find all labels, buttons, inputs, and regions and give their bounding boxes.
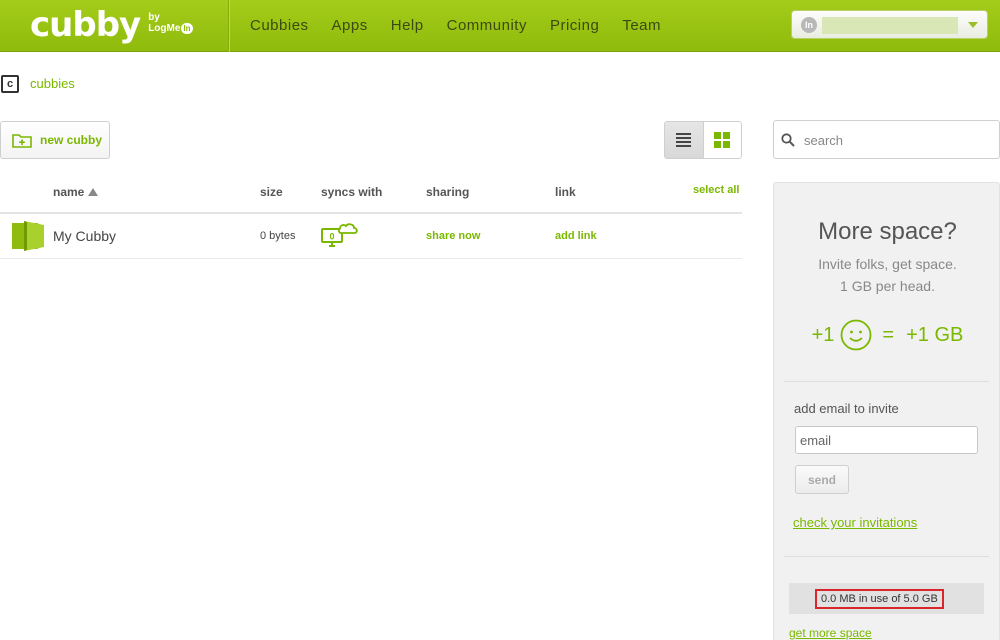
panel-divider [784, 381, 989, 382]
grid-view-icon [714, 132, 731, 148]
list-view-icon [676, 131, 692, 149]
column-header-link[interactable]: link [555, 185, 576, 199]
sync-devices-icon[interactable]: 0 [321, 223, 359, 249]
column-header-name[interactable]: name [53, 185, 99, 199]
main-nav: Cubbies Apps Help Community Pricing Team [250, 0, 684, 50]
formula-left: +1 [811, 323, 835, 346]
cubby-size: 0 bytes [260, 230, 296, 242]
logo-by-logmein: by LogMe In [148, 12, 193, 34]
header-divider [229, 0, 230, 52]
account-name-redacted [822, 17, 958, 34]
search-icon [781, 133, 795, 147]
smiley-face-icon [841, 319, 872, 351]
sync-count: 0 [329, 232, 334, 242]
nav-item-community[interactable]: Community [447, 17, 527, 34]
nav-item-pricing[interactable]: Pricing [550, 17, 599, 34]
logo-wordmark: cubby [30, 5, 141, 45]
storage-usage-bar: 0.0 MB in use of 5.0 GB [789, 583, 984, 614]
sort-ascending-icon [88, 188, 99, 196]
view-toggle [664, 121, 742, 159]
logo-brand-text: LogMe [148, 23, 181, 34]
cubbies-icon: c [1, 75, 19, 93]
account-dropdown[interactable]: In [791, 10, 988, 39]
avatar: In [801, 17, 817, 33]
cubby-name[interactable]: My Cubby [53, 228, 116, 244]
folder-plus-icon [12, 134, 32, 148]
new-cubby-button[interactable]: new cubby [0, 121, 110, 159]
check-invitations-link[interactable]: check your invitations [793, 515, 917, 530]
grid-view-button[interactable] [703, 122, 741, 158]
invite-email-label: add email to invite [794, 401, 899, 416]
column-header-sharing[interactable]: sharing [426, 185, 469, 199]
get-more-space-link[interactable]: get more space [789, 626, 872, 640]
top-header: cubby by LogMe In Cubbies Apps Help Comm… [0, 0, 1000, 52]
invite-email-field[interactable] [795, 426, 978, 454]
cubby-logo[interactable]: cubby by LogMe In [30, 6, 193, 46]
add-link-link[interactable]: add link [555, 230, 597, 242]
invite-formula: +1 = +1 GB [774, 319, 1000, 351]
search-box [773, 120, 1000, 159]
nav-item-team[interactable]: Team [622, 17, 661, 34]
column-header-syncs-with[interactable]: syncs with [321, 185, 382, 199]
storage-usage-text: 0.0 MB in use of 5.0 GB [815, 589, 944, 609]
logo-brand: LogMe In [148, 23, 193, 34]
more-space-panel: More space? Invite folks, get space. 1 G… [773, 182, 1000, 640]
nav-item-help[interactable]: Help [391, 17, 424, 34]
breadcrumb-cubbies[interactable]: cubbies [30, 76, 75, 91]
send-invite-button[interactable]: send [795, 465, 849, 494]
more-space-title: More space? [818, 218, 957, 245]
cubby-box-icon [12, 221, 44, 251]
new-cubby-label: new cubby [40, 133, 103, 147]
search-input[interactable] [804, 129, 989, 151]
logo-brand-badge: In [181, 23, 193, 34]
nav-item-apps[interactable]: Apps [332, 17, 368, 34]
logo-by-text: by [148, 12, 160, 23]
column-header-size[interactable]: size [260, 185, 283, 199]
panel-divider [784, 556, 989, 557]
chevron-down-icon [968, 22, 978, 28]
list-view-button[interactable] [665, 122, 704, 158]
select-all-link[interactable]: select all [693, 184, 739, 196]
column-header-name-label: name [53, 185, 85, 199]
table-row[interactable]: My Cubby 0 bytes 0 share now add link [0, 214, 742, 259]
more-space-subtitle-2: 1 GB per head. [840, 278, 935, 294]
share-now-link[interactable]: share now [426, 230, 480, 242]
formula-right: +1 GB [906, 323, 964, 346]
more-space-subtitle-1: Invite folks, get space. [818, 256, 957, 272]
nav-item-cubbies[interactable]: Cubbies [250, 17, 309, 34]
formula-equals: = [882, 323, 895, 346]
